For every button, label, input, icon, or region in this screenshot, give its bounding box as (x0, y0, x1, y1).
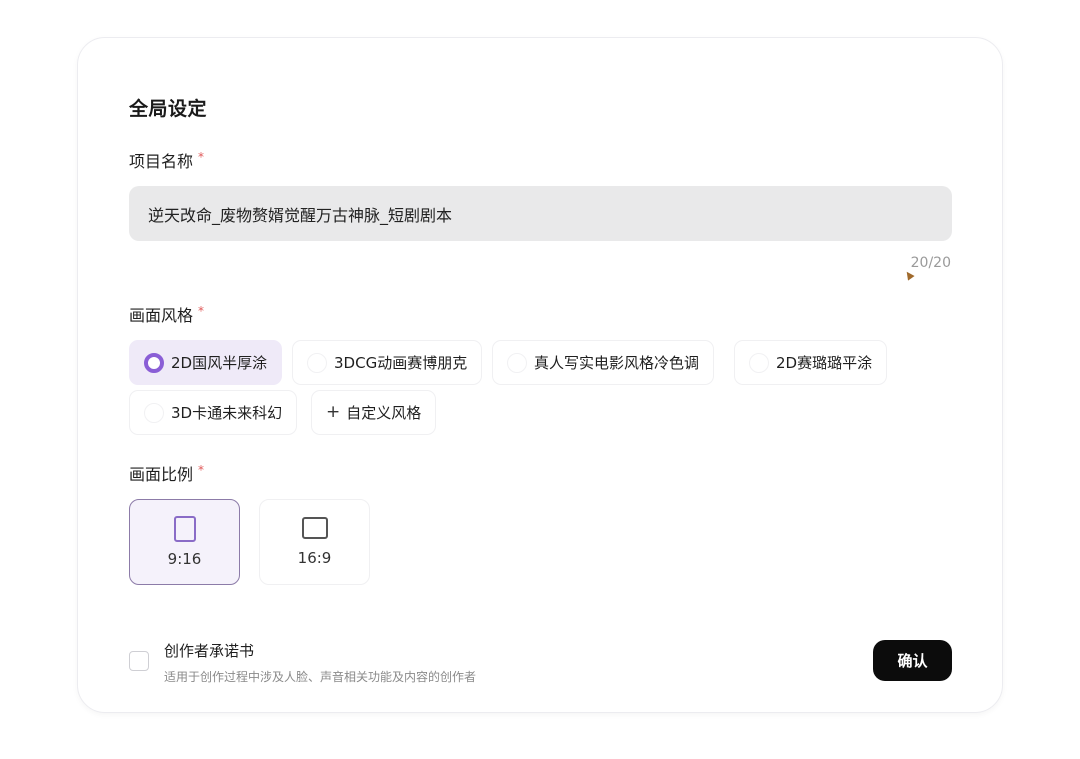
global-settings-card: 全局设定 项目名称 * 20/20 画面风格 * 2D国风半厚涂 3DCG动画赛博朋… (77, 37, 1003, 713)
char-count: 20/20 (910, 255, 951, 271)
style-option-label: 2D赛璐璐平涂 (776, 354, 873, 372)
radio-selected-icon (144, 352, 164, 373)
required-mark: * (198, 304, 205, 318)
radio-empty-icon (144, 402, 164, 423)
radio-empty-icon (307, 352, 327, 373)
ratio-label: 16:9 (297, 549, 332, 567)
style-option-label: 3D卡通未来科幻 (171, 404, 283, 422)
project-name-input[interactable] (129, 186, 952, 241)
style-option-label: 真人写实电影风格冷色调 (534, 354, 700, 372)
style-option-3dcg-cyberpunk[interactable]: 3DCG动画赛博朋克 (292, 340, 483, 385)
mouse-cursor-icon (903, 269, 915, 281)
project-name-label: 项目名称 * (129, 148, 204, 172)
required-mark: * (198, 150, 205, 164)
plus-icon: + (326, 402, 341, 422)
aspect-ratio-label-text: 画面比例 (129, 465, 194, 484)
creator-pledge-title[interactable]: 创作者承诺书 (164, 640, 254, 661)
style-option-realistic-film[interactable]: 真人写实电影风格冷色调 (492, 340, 715, 385)
custom-style-label: 自定义风格 (346, 404, 422, 422)
confirm-button[interactable]: 确认 (873, 640, 952, 681)
portrait-frame-icon (173, 516, 196, 542)
ratio-option-9-16[interactable]: 9:16 (129, 499, 240, 585)
style-option-label: 2D国风半厚涂 (171, 354, 268, 372)
project-name-label-text: 项目名称 (129, 152, 194, 171)
ratio-label: 9:16 (167, 550, 202, 568)
style-option-label: 3DCG动画赛博朋克 (334, 354, 468, 372)
required-mark: * (198, 463, 205, 477)
visual-style-label-text: 画面风格 (129, 306, 194, 325)
style-option-2d-celluloid[interactable]: 2D赛璐璐平涂 (734, 340, 888, 385)
page-title: 全局设定 (129, 98, 208, 120)
radio-empty-icon (507, 352, 527, 373)
radio-empty-icon (749, 352, 769, 373)
creator-pledge-checkbox[interactable] (129, 651, 149, 671)
creator-pledge-description: 适用于创作过程中涉及人脸、声音相关功能及内容的创作者 (164, 670, 477, 684)
custom-style-button[interactable]: + 自定义风格 (311, 390, 437, 435)
aspect-ratio-label: 画面比例 * (129, 461, 204, 485)
square-frame-icon (301, 517, 328, 539)
ratio-option-16-9[interactable]: 16:9 (259, 499, 370, 585)
visual-style-label: 画面风格 * (129, 302, 204, 326)
style-option-3d-cartoon-scifi[interactable]: 3D卡通未来科幻 (129, 390, 298, 435)
style-option-2d-guofeng[interactable]: 2D国风半厚涂 (129, 340, 283, 385)
